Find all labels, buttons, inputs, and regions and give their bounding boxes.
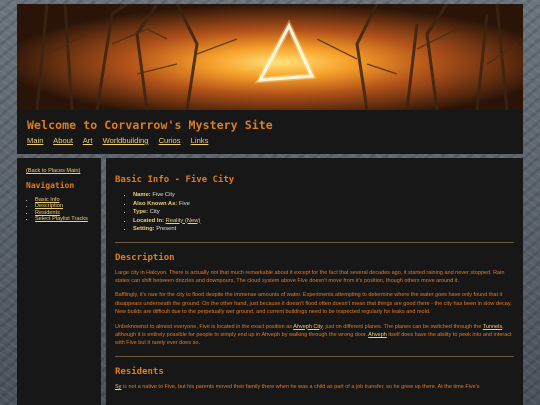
residents-heading: Residents [115, 366, 164, 377]
divider [115, 241, 514, 243]
sidebar-item-residents[interactable]: Residents [35, 210, 60, 216]
text-run: is not a native to Five, but his parents… [121, 383, 480, 390]
nav-curios-link[interactable]: Curios [159, 136, 181, 145]
info-value: Five City [152, 192, 175, 198]
description-paragraph-1: Large city in Halcyon. There is actually… [115, 269, 505, 284]
text-run: , just on different planes. The planes c… [322, 323, 483, 330]
info-value: Present [156, 226, 177, 232]
info-label: Also Known As: [133, 200, 178, 207]
info-type: Type: City [133, 208, 514, 217]
info-name: Name: Five City [133, 191, 514, 200]
site-header: Welcome to Corvarrow's Mystery Site Main… [17, 110, 523, 154]
basic-info-list: Name: Five City Also Known As: Five Type… [115, 191, 514, 234]
nav-main-link[interactable]: Main [27, 136, 43, 145]
sidebar-item-playlist[interactable]: Select Playlist Tracks [35, 216, 88, 222]
back-to-places-link[interactable]: (Back to Places Main) [26, 168, 93, 174]
info-located-in: Located In: Reality (New) [133, 217, 514, 226]
sidebar: (Back to Places Main) Navigation Basic I… [17, 158, 101, 405]
info-label: Name: [133, 192, 151, 198]
nav-worldbuilding-link[interactable]: Worldbuilding [103, 136, 149, 145]
list-item: Select Playlist Tracks [35, 216, 93, 222]
sidebar-nav-list: Basic Info Description Residents Select … [26, 197, 93, 223]
info-value: City [149, 209, 160, 215]
ahveph-link[interactable]: Ahveph [368, 332, 387, 338]
site-title: Welcome to Corvarrow's Mystery Site [27, 118, 273, 132]
main-content: Basic Info - Five City Name: Five City A… [106, 158, 523, 405]
tunnels-link[interactable]: Tunnels [483, 324, 502, 330]
ahveph-city-link[interactable]: Ahveph City [293, 324, 322, 330]
sidebar-item-basic-info[interactable]: Basic Info [35, 197, 60, 203]
header-banner [17, 4, 523, 110]
sidebar-heading: Navigation [26, 181, 75, 190]
glowing-triangle-forest-art [17, 4, 523, 110]
info-label: Located In: [133, 217, 164, 224]
description-heading: Description [115, 252, 175, 263]
nav-about-link[interactable]: About [53, 136, 73, 145]
text-run: Unbeknownst to almost everyone, Five is … [115, 323, 294, 330]
reality-new-link[interactable]: Reality (New) [166, 218, 201, 224]
info-label: Setting: [133, 226, 155, 232]
page-title: Basic Info - Five City [115, 175, 235, 185]
residents-paragraph: Sy is not a native to Five, but his pare… [115, 383, 514, 391]
info-aka: Also Known As: Five [133, 200, 514, 209]
description-paragraph-2: Bafflingly, it's rare for the city to fl… [115, 292, 512, 316]
description-paragraph-3: Unbeknownst to almost everyone, Five is … [115, 323, 514, 348]
sidebar-item-description[interactable]: Description [35, 203, 63, 209]
nav-links-link[interactable]: Links [191, 136, 209, 145]
main-nav: Main About Art Worldbuilding Curios Link… [27, 136, 513, 145]
divider [115, 355, 514, 357]
nav-art-link[interactable]: Art [83, 136, 93, 145]
info-setting: Setting: Present [133, 225, 514, 234]
info-value: Five [178, 200, 190, 207]
info-label: Type: [133, 209, 149, 215]
